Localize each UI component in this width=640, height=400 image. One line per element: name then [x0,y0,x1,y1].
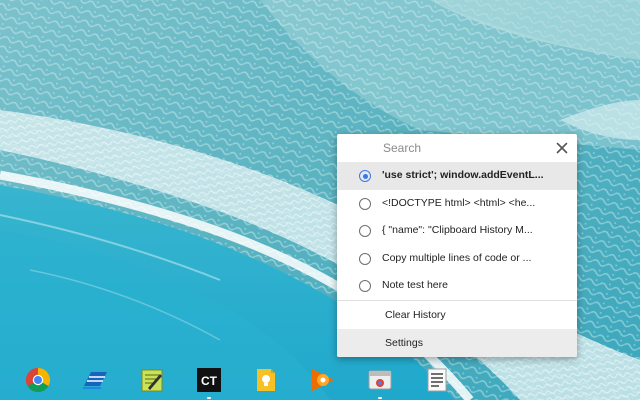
clipboard-item-label: <!DOCTYPE html> <html> <he... [382,196,536,209]
clipboard-item-label: { "name": "Clipboard History M... [382,224,533,236]
notepad-pen-icon[interactable] [138,366,166,394]
search-input[interactable] [383,140,543,156]
running-indicator [207,397,211,399]
clipboard-history-popup: 'use strict'; window.addEventL... <!DOCT… [337,134,577,357]
document-icon[interactable] [423,366,451,394]
google-play-music-icon[interactable] [309,366,337,394]
clipboard-item[interactable]: Note test here [337,272,577,300]
clipboard-item[interactable]: 'use strict'; window.addEventL... [337,162,577,190]
settings-label: Settings [385,337,423,349]
clipboard-item[interactable]: Copy multiple lines of code or ... [337,245,577,273]
radio-icon[interactable] [359,197,371,210]
ct-icon[interactable]: CT [195,366,223,394]
shelf: CT [0,362,640,400]
chrome-icon[interactable] [24,366,52,394]
radio-icon[interactable] [359,225,371,237]
running-indicator [378,397,382,399]
clipboard-item-label: Copy multiple lines of code or ... [382,251,532,264]
clear-history-button[interactable]: Clear History [337,301,577,329]
radio-selected-icon[interactable] [359,170,371,182]
search-bar [337,134,577,163]
clipboard-item[interactable]: <!DOCTYPE html> <html> <he... [337,190,577,218]
clipboard-item-label: Note test here [382,279,448,291]
settings-button[interactable]: Settings [337,329,577,357]
svg-text:CT: CT [201,374,218,388]
chrome-window-icon[interactable] [366,366,394,394]
radio-icon[interactable] [359,252,371,265]
radio-icon[interactable] [359,280,371,292]
app-blue-stripes-icon[interactable] [81,366,109,394]
close-icon[interactable] [553,139,571,157]
clear-history-label: Clear History [385,309,446,321]
clipboard-item[interactable]: { "name": "Clipboard History M... [337,217,577,245]
clipboard-item-label: 'use strict'; window.addEventL... [382,169,544,181]
clipboard-list: 'use strict'; window.addEventL... <!DOCT… [337,162,577,300]
keep-bulb-icon[interactable] [252,366,280,394]
